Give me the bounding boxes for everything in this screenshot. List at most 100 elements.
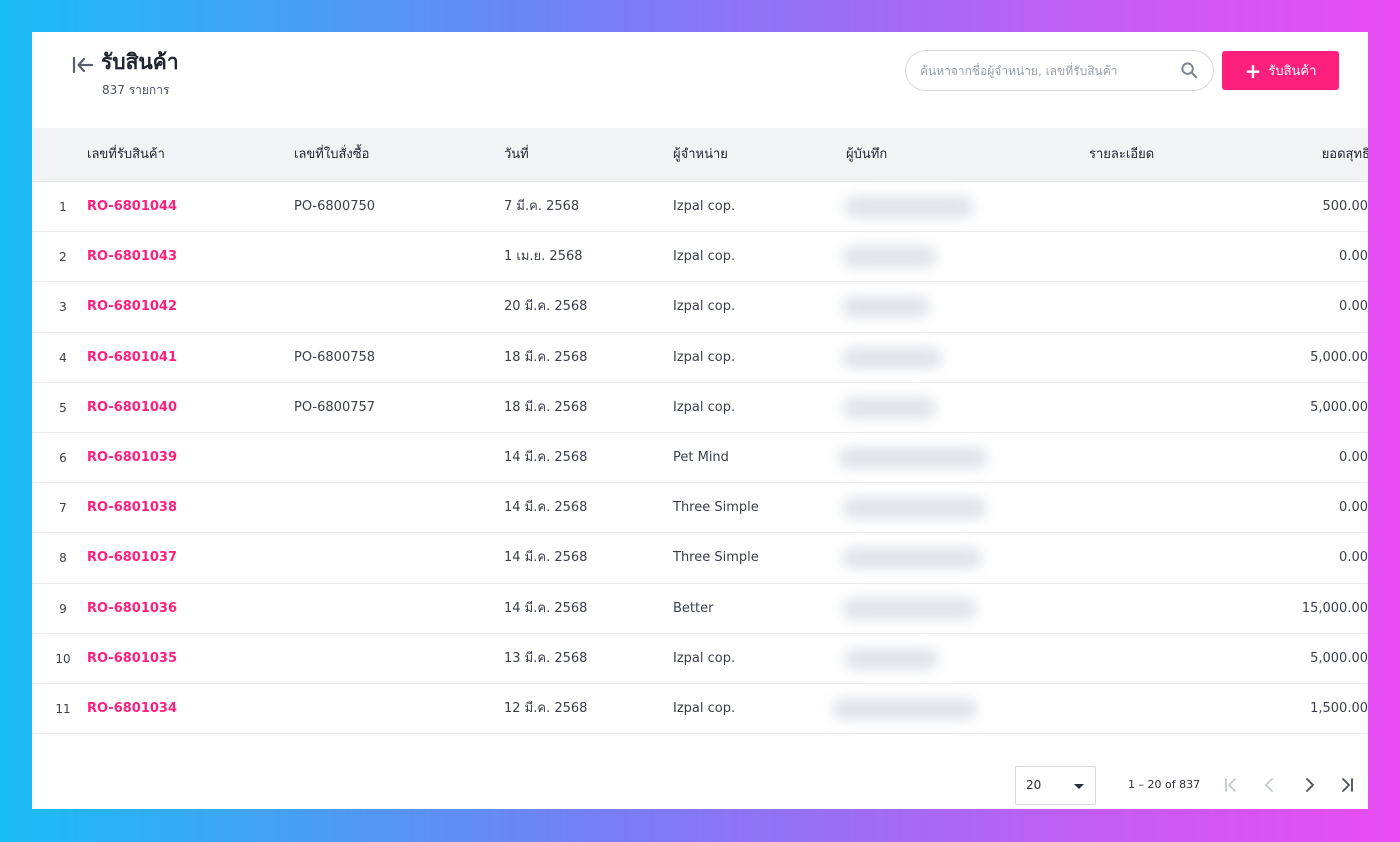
recorder-name-redacted	[842, 547, 982, 570]
net-total: 1,500.00	[1310, 700, 1368, 716]
add-receipt-label: รับสินค้า	[1268, 64, 1317, 79]
receipt-number-link[interactable]: RO-6801042	[87, 282, 177, 332]
pagination-bar: 20 1 – 20 of 837	[32, 752, 1368, 809]
plus-icon: +	[1244, 58, 1262, 83]
recorder-name-redacted	[842, 296, 930, 319]
column-header-receipt-no[interactable]: เลขที่รับสินค้า	[87, 128, 165, 182]
column-header-vendor[interactable]: ผู้จำหน่าย	[673, 128, 728, 182]
page-range-text: 1 – 20 of 837	[1128, 778, 1201, 791]
column-header-net-total[interactable]: ยอดสุทธิ	[1250, 128, 1368, 182]
vendor-name: Izpal cop.	[673, 700, 736, 716]
table-row[interactable]: 4 RO-6801041 PO-6800758 18 มี.ค. 2568 Iz…	[32, 332, 1368, 383]
vendor-name: Three Simple	[673, 500, 759, 516]
receipt-date: 20 มี.ค. 2568	[504, 299, 588, 315]
page-title: รับสินค้า	[101, 50, 179, 74]
table-row[interactable]: 10 RO-6801035 13 มี.ค. 2568 Izpal cop. 5…	[32, 633, 1368, 684]
vendor-name: Three Simple	[673, 550, 759, 566]
po-number: PO-6800757	[294, 399, 376, 415]
recorder-name-redacted	[832, 697, 977, 720]
receipt-date: 14 มี.ค. 2568	[504, 500, 588, 516]
net-total: 15,000.00	[1301, 600, 1368, 616]
net-total: 500.00	[1322, 199, 1369, 214]
record-count: 837 รายการ	[102, 83, 170, 97]
receipt-date: 14 มี.ค. 2568	[504, 600, 588, 616]
row-index: 3	[59, 300, 67, 315]
vendor-name: Izpal cop.	[673, 249, 736, 265]
table-row[interactable]: 2 RO-6801043 1 เม.ย. 2568 Izpal cop. 0.0…	[32, 232, 1368, 283]
row-index: 8	[59, 551, 67, 566]
receipt-date: 14 มี.ค. 2568	[504, 550, 588, 566]
receipt-number-link[interactable]: RO-6801034	[87, 684, 177, 734]
row-index: 1	[59, 200, 67, 214]
net-total: 0.00	[1339, 550, 1368, 566]
add-receipt-button[interactable]: + รับสินค้า	[1222, 51, 1339, 90]
table-row[interactable]: 7 RO-6801038 14 มี.ค. 2568 Three Simple …	[32, 483, 1368, 534]
vendor-name: Izpal cop.	[673, 349, 736, 365]
receipt-date: 18 มี.ค. 2568	[504, 399, 588, 415]
last-page-icon[interactable]	[1336, 774, 1358, 796]
search-icon[interactable]	[1180, 61, 1199, 80]
receipt-number-link[interactable]: RO-6801043	[87, 232, 177, 282]
po-number: PO-6800750	[294, 199, 376, 214]
net-total: 0.00	[1339, 249, 1368, 265]
receipt-date: 14 มี.ค. 2568	[504, 449, 588, 465]
vendor-name: Better	[673, 600, 714, 616]
receipt-date: 18 มี.ค. 2568	[504, 349, 588, 365]
receipts-table: เลขที่รับสินค้า เลขที่ใบสั่งซื้อ วันที่ …	[32, 128, 1369, 735]
receipt-number-link[interactable]: RO-6801044	[87, 182, 177, 232]
row-index: 5	[59, 400, 67, 415]
vendor-name: Izpal cop.	[673, 199, 736, 214]
first-page-icon[interactable]	[1220, 774, 1242, 796]
po-number: PO-6800758	[294, 349, 376, 365]
column-header-detail[interactable]: รายละเอียด	[1089, 128, 1154, 182]
page-header: รับสินค้า 837 รายการ + รับสินค้า	[32, 32, 1368, 128]
receipt-date: 12 มี.ค. 2568	[504, 700, 588, 716]
table-row[interactable]: 1 RO-6801044 PO-6800750 7 มี.ค. 2568 Izp…	[32, 182, 1369, 233]
row-index: 10	[55, 651, 71, 666]
main-panel: รับสินค้า 837 รายการ + รับสินค้า เลขที่ร…	[32, 32, 1368, 809]
receipt-number-link[interactable]: RO-6801039	[87, 433, 177, 483]
column-header-recorder[interactable]: ผู้บันทึก	[846, 128, 887, 182]
vendor-name: Izpal cop.	[673, 299, 736, 315]
row-index: 2	[59, 250, 67, 265]
column-header-po-no[interactable]: เลขที่ใบสั่งซื้อ	[294, 128, 369, 182]
table-row[interactable]: 5 RO-6801040 PO-6800757 18 มี.ค. 2568 Iz…	[32, 382, 1368, 433]
row-index: 6	[59, 450, 67, 465]
collapse-left-icon[interactable]	[70, 52, 96, 78]
receipt-number-link[interactable]: RO-6801040	[87, 383, 177, 433]
column-header-date[interactable]: วันที่	[504, 128, 529, 182]
vendor-name: Izpal cop.	[673, 650, 736, 666]
net-total: 5,000.00	[1310, 399, 1368, 415]
receipt-date: 7 มี.ค. 2568	[504, 199, 580, 214]
table-row[interactable]: 6 RO-6801039 14 มี.ค. 2568 Pet Mind 0.00	[32, 432, 1368, 484]
search-box	[905, 50, 1214, 91]
table-row[interactable]: 3 RO-6801042 20 มี.ค. 2568 Izpal cop. 0.…	[32, 282, 1368, 333]
previous-page-icon[interactable]	[1259, 774, 1281, 796]
receipt-date: 1 เม.ย. 2568	[504, 249, 583, 265]
net-total: 0.00	[1339, 500, 1368, 516]
receipt-number-link[interactable]: RO-6801037	[87, 533, 177, 583]
page-size-select[interactable]: 20	[1015, 766, 1096, 805]
table-header: เลขที่รับสินค้า เลขที่ใบสั่งซื้อ วันที่ …	[32, 128, 1368, 182]
recorder-name-redacted	[844, 196, 974, 218]
net-total: 0.00	[1339, 449, 1368, 465]
next-page-icon[interactable]	[1298, 774, 1320, 796]
net-total: 5,000.00	[1310, 349, 1368, 365]
caret-down-icon	[1074, 784, 1084, 789]
row-index: 7	[59, 501, 67, 516]
recorder-name-redacted	[842, 396, 937, 419]
table-row[interactable]: 8 RO-6801037 14 มี.ค. 2568 Three Simple …	[32, 533, 1368, 584]
table-row[interactable]: 9 RO-6801036 14 มี.ค. 2568 Better 15,000…	[32, 583, 1368, 634]
receipt-number-link[interactable]: RO-6801038	[87, 483, 177, 533]
receipt-number-link[interactable]: RO-6801041	[87, 333, 177, 383]
table-row[interactable]: 11 RO-6801034 12 มี.ค. 2568 Izpal cop. 1…	[32, 683, 1368, 735]
page-size-value: 20	[1026, 778, 1042, 792]
recorder-name-redacted	[838, 446, 988, 469]
row-index: 4	[59, 350, 67, 365]
receipt-number-link[interactable]: RO-6801036	[87, 584, 177, 634]
recorder-name-redacted	[842, 597, 977, 620]
receipt-number-link[interactable]: RO-6801035	[87, 634, 177, 684]
search-input[interactable]	[920, 51, 1170, 90]
row-index: 11	[55, 701, 71, 716]
recorder-name-redacted	[842, 246, 937, 269]
